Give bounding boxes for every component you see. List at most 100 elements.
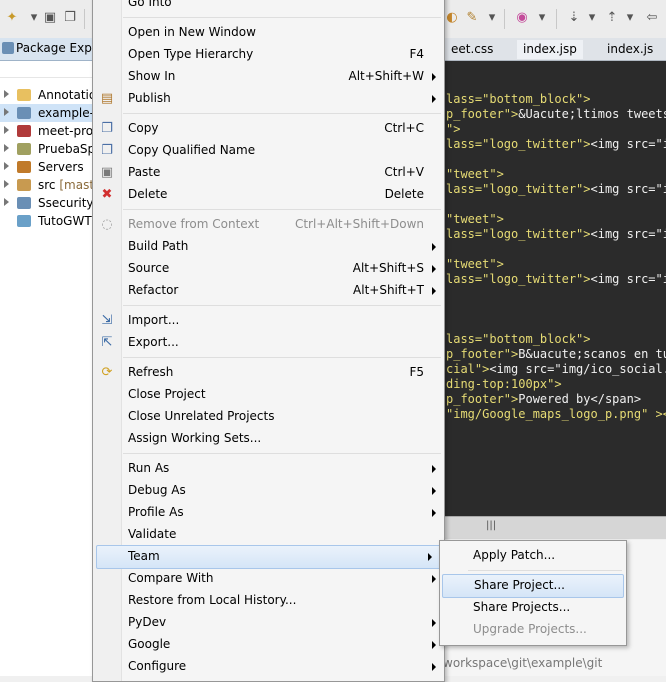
menu-item-paste[interactable]: ▣ Paste Ctrl+V xyxy=(93,162,444,184)
menu-item-delete[interactable]: ✖ Delete Delete xyxy=(93,184,444,206)
import-icon: ⇲ xyxy=(101,313,113,328)
menu-item-pydev[interactable]: PyDev xyxy=(93,612,444,634)
menu-item-shortcut: Ctrl+V xyxy=(384,165,424,179)
code-line: lass="bottom_block"> xyxy=(446,92,591,106)
editor-tab[interactable]: eet.css xyxy=(445,40,499,59)
menu-item-open-type-hierarchy[interactable]: Open Type Hierarchy F4 xyxy=(93,44,444,66)
menu-item-team[interactable]: Team xyxy=(96,545,441,569)
code-line: "tweet"> xyxy=(446,212,504,226)
package-explorer-label: Package Expl xyxy=(16,41,96,55)
color-wheel-icon[interactable]: ◉ xyxy=(514,10,530,26)
menu-item-close-unrelated-projects[interactable]: Close Unrelated Projects xyxy=(93,406,444,428)
save-all-icon[interactable]: ❐ xyxy=(62,10,78,26)
menu-item-export[interactable]: ⇱ Export... xyxy=(93,332,444,354)
menu-item-validate[interactable]: Validate xyxy=(93,524,444,546)
submenu-item-upgrade-projects: Upgrade Projects... xyxy=(440,619,626,641)
menu-item-show-in[interactable]: Show In Alt+Shift+W xyxy=(93,66,444,88)
expand-arrow-icon[interactable] xyxy=(4,90,9,98)
project-folder-icon xyxy=(17,161,31,173)
back-icon[interactable]: ⇦ xyxy=(644,10,660,26)
menu-separator xyxy=(123,209,441,210)
tree-item[interactable]: Ssecurity xyxy=(0,194,94,212)
tree-item[interactable]: Servers xyxy=(0,158,94,176)
new-icon[interactable]: ✦ xyxy=(4,10,20,26)
code-line: lass="bottom_block"> xyxy=(446,332,591,346)
code-line: lass="logo_twitter"><img src="im xyxy=(446,272,666,286)
prev-annotation-icon[interactable]: ⇡ xyxy=(604,10,620,26)
tree-item[interactable]: PruebaSpr xyxy=(0,140,94,158)
menu-item-label: Delete xyxy=(128,187,168,201)
submenu-arrow-icon xyxy=(432,509,436,517)
editor-tab[interactable]: index.js xyxy=(601,40,659,59)
menu-item-google[interactable]: Google xyxy=(93,634,444,656)
package-explorer-tab[interactable]: Package Expl xyxy=(0,38,96,61)
new-dropdown-icon[interactable]: ▾ xyxy=(26,10,42,26)
project-folder-icon xyxy=(17,107,31,119)
menu-item-publish[interactable]: ▤ Publish xyxy=(93,88,444,110)
save-icon[interactable]: ▣ xyxy=(42,10,58,26)
menu-item-remove-from-context: ◌ Remove from Context Ctrl+Alt+Shift+Down xyxy=(93,214,444,236)
tree-item-label: PruebaSpr xyxy=(38,142,94,156)
tree-item[interactable]: Annotatio xyxy=(0,86,94,104)
tree-item[interactable]: meet-prot xyxy=(0,122,94,140)
menu-item-assign-working-sets[interactable]: Assign Working Sets... xyxy=(93,428,444,450)
brush-icon[interactable]: ✎ xyxy=(464,10,480,26)
menu-item-label: Debug As xyxy=(128,483,186,497)
editor-tab-bar: eet.css index.jsp index.js xyxy=(443,38,666,61)
menu-item-build-path[interactable]: Build Path xyxy=(93,236,444,258)
menu-item-compare-with[interactable]: Compare With xyxy=(93,568,444,590)
expand-arrow-icon[interactable] xyxy=(4,180,9,188)
color-dropdown-icon[interactable]: ▾ xyxy=(534,10,550,26)
menu-separator xyxy=(123,17,441,18)
menu-item-open-in-new-window[interactable]: Open in New Window xyxy=(93,22,444,44)
menu-item-copy[interactable]: ❐ Copy Ctrl+C xyxy=(93,118,444,140)
menu-item-label: Source xyxy=(128,261,170,275)
submenu-item-apply-patch[interactable]: Apply Patch... xyxy=(440,545,626,567)
menu-item-label: Assign Working Sets... xyxy=(128,431,262,445)
menu-item-refresh[interactable]: ⟳ Refresh F5 xyxy=(93,362,444,384)
menu-item-configure[interactable]: Configure xyxy=(93,656,444,678)
menu-item-debug-as[interactable]: Debug As xyxy=(93,480,444,502)
menu-item-shortcut: Alt+Shift+W xyxy=(348,69,425,83)
menu-item-refactor[interactable]: Refactor Alt+Shift+T xyxy=(93,280,444,302)
menu-item-profile-as[interactable]: Profile As xyxy=(93,502,444,524)
package-explorer-icon xyxy=(2,42,14,54)
package-explorer-toolbar xyxy=(0,61,94,78)
tree-item[interactable]: src [maste xyxy=(0,176,94,194)
code-content[interactable]: lass="bottom_block"> p_footer">&Uacute;lt… xyxy=(446,60,666,460)
menu-item-restore-from-local-history[interactable]: Restore from Local History... xyxy=(93,590,444,612)
submenu-arrow-icon xyxy=(432,619,436,627)
editor-tab[interactable]: index.jsp xyxy=(517,40,583,59)
menu-item-label: Show In xyxy=(128,69,176,83)
menu-item-close-project[interactable]: Close Project xyxy=(93,384,444,406)
brush-dropdown-icon[interactable]: ▾ xyxy=(484,10,500,26)
menu-item-go-into[interactable]: Go Into xyxy=(93,0,444,14)
menu-item-source[interactable]: Source Alt+Shift+S xyxy=(93,258,444,280)
grip-handle-icon[interactable]: ||| xyxy=(486,520,496,531)
menu-item-label: Close Project xyxy=(128,387,206,401)
menu-item-label: Compare With xyxy=(128,571,214,585)
delete-icon: ✖ xyxy=(101,187,113,202)
menu-item-run-as[interactable]: Run As xyxy=(93,458,444,480)
submenu-item-share-project[interactable]: Share Project... xyxy=(442,574,624,598)
next-dropdown-icon[interactable]: ▾ xyxy=(584,10,600,26)
tree-item[interactable]: example-g xyxy=(0,104,94,122)
project-folder-icon xyxy=(17,125,31,137)
package-explorer: Package Expl Annotatio example-g meet-prot… xyxy=(0,38,96,676)
menu-item-copy-qualified-name[interactable]: ❐ Copy Qualified Name xyxy=(93,140,444,162)
tree-item[interactable]: TutoGWT1 xyxy=(0,212,94,230)
submenu-item-label: Upgrade Projects... xyxy=(473,622,587,636)
submenu-item-share-projects[interactable]: Share Projects... xyxy=(440,597,626,619)
expand-arrow-icon[interactable] xyxy=(4,162,9,170)
run-icon[interactable]: ◐ xyxy=(444,10,460,26)
expand-arrow-icon[interactable] xyxy=(4,108,9,116)
expand-arrow-icon[interactable] xyxy=(4,198,9,206)
menu-item-label: Copy Qualified Name xyxy=(128,143,256,157)
menu-item-import[interactable]: ⇲ Import... xyxy=(93,310,444,332)
tree-item-label: Ssecurity xyxy=(38,196,94,210)
prev-dropdown-icon[interactable]: ▾ xyxy=(622,10,638,26)
expand-arrow-icon[interactable] xyxy=(4,126,9,134)
editor-bottom-bar xyxy=(443,516,666,539)
expand-arrow-icon[interactable] xyxy=(4,144,9,152)
next-annotation-icon[interactable]: ⇣ xyxy=(566,10,582,26)
